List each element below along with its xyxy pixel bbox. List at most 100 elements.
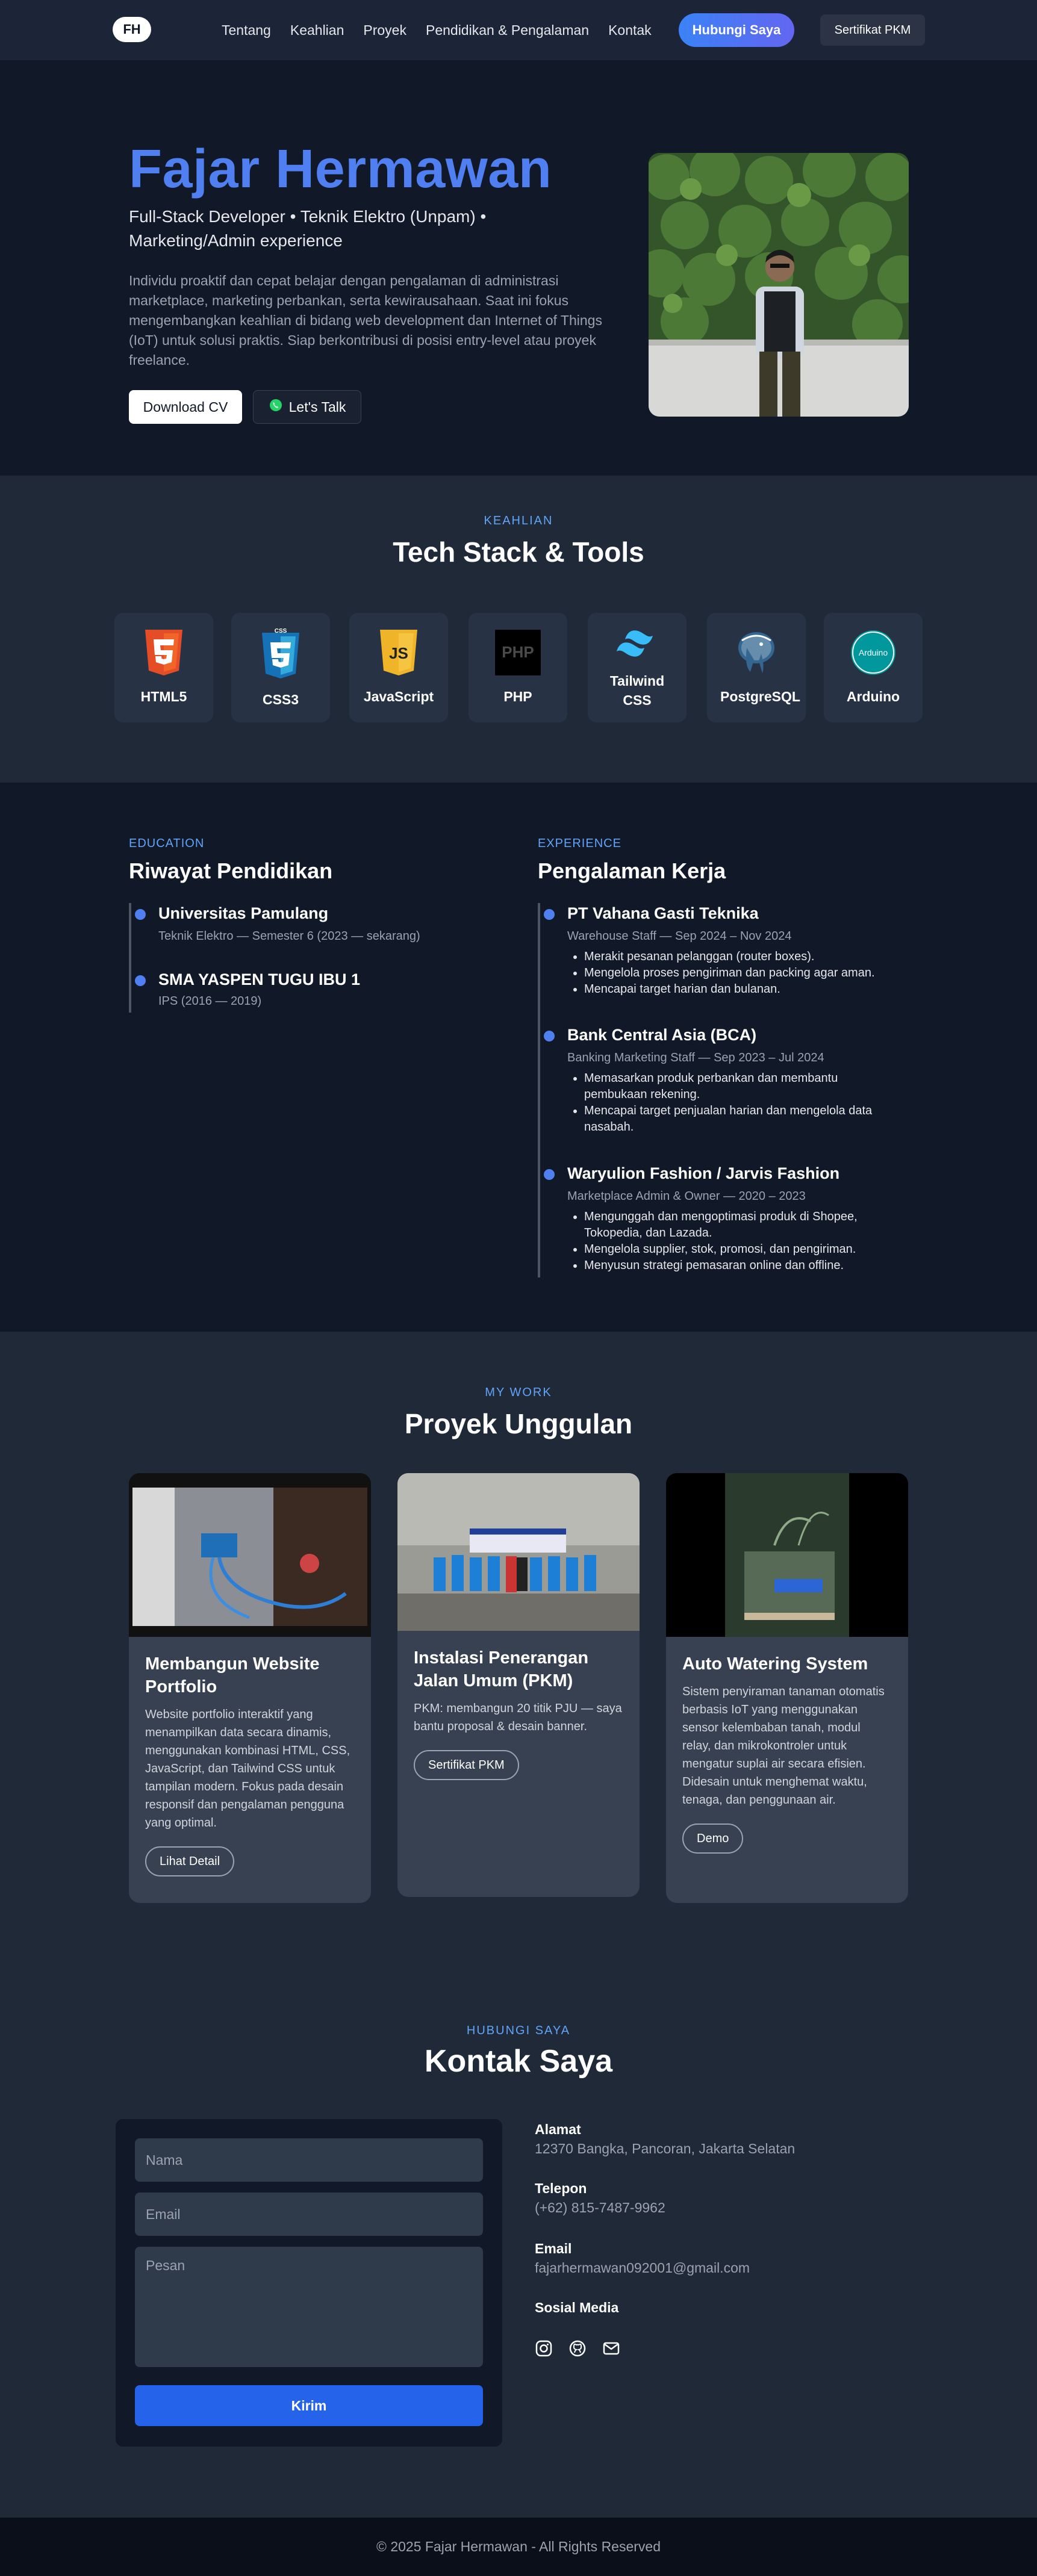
skills-title: Tech Stack & Tools	[393, 536, 644, 568]
download-cv-button[interactable]: Download CV	[129, 390, 242, 424]
javascript-icon: JS	[378, 629, 420, 678]
skill-label: JavaScript	[363, 688, 434, 704]
css3-icon: CSS	[260, 627, 302, 681]
skill-card-postgresql: PostgreSQL	[707, 613, 806, 722]
experience-item-bullets: Mengunggah dan mengoptimasi produk di Sh…	[567, 1209, 892, 1274]
projects-section: MY WORK Proyek Unggulan Membangun Websit…	[0, 1332, 1037, 1970]
email-value: fajarhermawan092001@gmail.com	[535, 2260, 750, 2276]
timeline-dot	[135, 909, 146, 920]
nav-link-pendidikan[interactable]: Pendidikan & Pengalaman	[426, 22, 589, 39]
project-title: Auto Watering System	[682, 1654, 868, 1674]
svg-text:PHP: PHP	[502, 643, 534, 661]
experience-item-title: PT Vahana Gasti Teknika	[567, 904, 759, 922]
project-card-watering: Auto Watering System Sistem penyiraman t…	[666, 1473, 908, 1903]
hubungi-saya-button[interactable]: Hubungi Saya	[679, 13, 794, 47]
projects-title: Proyek Unggulan	[404, 1408, 633, 1439]
svg-text:Arduino: Arduino	[859, 648, 888, 657]
contact-form: Kirim	[116, 2119, 502, 2447]
contact-kicker: HUBUNGI SAYA	[466, 2024, 571, 2037]
project-desc: Website portfolio interaktif yang menamp…	[145, 1708, 350, 1830]
skill-label: HTML5	[140, 688, 187, 704]
project-title: Membangun Website Portfolio	[145, 1654, 320, 1696]
sertifikat-pkm-button[interactable]: Sertifikat PKM	[820, 14, 925, 46]
experience-kicker: EXPERIENCE	[538, 837, 621, 850]
lets-talk-button[interactable]: Let's Talk	[253, 390, 361, 424]
hero-role: Full-Stack Developer • Teknik Elektro (U…	[129, 207, 487, 250]
skill-label: Arduino	[846, 688, 900, 704]
skill-label: PostgreSQL	[720, 688, 800, 704]
demo-button[interactable]: Demo	[682, 1823, 744, 1854]
postgresql-icon	[735, 630, 778, 678]
bullet: Memasarkan produk perbankan dan membantu…	[584, 1070, 892, 1103]
timeline-dot	[544, 909, 555, 920]
bullet: Menyusun strategi pemasaran online dan o…	[584, 1258, 892, 1274]
mail-icon[interactable]	[602, 2339, 620, 2360]
phone-value: (+62) 815-7487-9962	[535, 2200, 665, 2215]
skill-label: CSS3	[262, 691, 299, 707]
nav-links: Tentang Keahlian Proyek Pendidikan & Pen…	[222, 0, 671, 60]
project-image	[397, 1473, 640, 1631]
logo[interactable]: FH	[113, 17, 151, 42]
nav-link-keahlian[interactable]: Keahlian	[290, 22, 344, 39]
address-value: 12370 Bangka, Pancoran, Jakarta Selatan	[535, 2141, 796, 2156]
whatsapp-icon	[269, 398, 283, 416]
nav-link-proyek[interactable]: Proyek	[363, 22, 406, 39]
timeline-dot	[544, 1169, 555, 1180]
bullet: Merakit pesanan pelanggan (router boxes)…	[584, 949, 905, 965]
nav-link-kontak[interactable]: Kontak	[608, 22, 652, 39]
skill-card-javascript: JS JavaScript	[349, 613, 448, 722]
sertifikat-pkm-project-button[interactable]: Sertifikat PKM	[414, 1750, 519, 1780]
education-item-sub: IPS (2016 — 2019)	[158, 995, 262, 1008]
skills-section: KEAHLIAN Tech Stack & Tools HTML5 CSS CS…	[0, 476, 1037, 783]
projects-kicker: MY WORK	[485, 1386, 552, 1399]
submit-button[interactable]: Kirim	[135, 2385, 483, 2426]
timeline-dot	[135, 975, 146, 986]
html5-icon	[143, 629, 185, 678]
svg-text:JS: JS	[389, 644, 408, 662]
name-input[interactable]	[135, 2138, 483, 2182]
php-icon: PHP	[495, 629, 541, 678]
message-input[interactable]	[135, 2247, 483, 2367]
timeline-dot	[544, 1031, 555, 1041]
skill-card-tailwind: Tailwind CSS	[588, 613, 687, 722]
bullet: Mengunggah dan mengoptimasi produk di Sh…	[584, 1209, 892, 1241]
hero-description: Individu proaktif dan cepat belajar deng…	[129, 273, 602, 368]
tailwind-icon	[613, 626, 661, 663]
email-label: Email	[535, 2241, 572, 2256]
education-item-title: Universitas Pamulang	[158, 904, 329, 922]
hero-section: Fajar Hermawan Full-Stack Developer • Te…	[0, 60, 1037, 476]
experience-timeline	[538, 903, 540, 1277]
skill-label: Tailwind CSS	[609, 672, 665, 708]
experience-item-title: Bank Central Asia (BCA)	[567, 1026, 757, 1044]
experience-item-bullets: Memasarkan produk perbankan dan membantu…	[567, 1070, 892, 1135]
github-icon[interactable]	[568, 2339, 587, 2360]
education-item-title: SMA YASPEN TUGU IBU 1	[158, 970, 361, 989]
project-desc: PKM: membangun 20 titik PJU — saya bantu…	[414, 1702, 622, 1733]
contact-title: Kontak Saya	[424, 2044, 613, 2079]
experience-item-title: Waryulion Fashion / Jarvis Fashion	[567, 1164, 840, 1182]
lihat-detail-button[interactable]: Lihat Detail	[145, 1846, 235, 1876]
skill-label: PHP	[503, 688, 532, 704]
experience-item-sub: Warehouse Staff — Sep 2024 – Nov 2024	[567, 930, 792, 943]
social-label: Sosial Media	[535, 2300, 619, 2315]
skill-card-html5: HTML5	[114, 613, 213, 722]
navbar: FH Tentang Keahlian Proyek Pendidikan & …	[0, 0, 1037, 60]
education-item-sub: Teknik Elektro — Semester 6 (2023 — seka…	[158, 930, 420, 943]
project-card-portfolio: Membangun Website Portfolio Website port…	[129, 1473, 371, 1903]
bullet: Mencapai target harian dan bulanan.	[584, 981, 905, 998]
skill-card-php: PHP PHP	[469, 613, 567, 722]
contact-section: HUBUNGI SAYA Kontak Saya Kirim Alamat 12…	[0, 1970, 1037, 2518]
social-icons	[535, 2339, 620, 2360]
bullet: Mencapai target penjualan harian dan men…	[584, 1103, 892, 1135]
instagram-icon[interactable]	[535, 2339, 553, 2360]
email-input[interactable]	[135, 2193, 483, 2236]
project-card-pju: Instalasi Penerangan Jalan Umum (PKM) PK…	[397, 1473, 640, 1897]
project-image	[666, 1473, 908, 1637]
phone-label: Telepon	[535, 2180, 587, 2196]
project-image	[129, 1473, 371, 1637]
bullet: Mengelola proses pengiriman dan packing …	[584, 965, 905, 981]
education-title: Riwayat Pendidikan	[129, 858, 333, 883]
arduino-icon: Arduino	[850, 630, 896, 678]
footer: © 2025 Fajar Hermawan - All Rights Reser…	[0, 2518, 1037, 2576]
nav-link-tentang[interactable]: Tentang	[222, 22, 271, 39]
